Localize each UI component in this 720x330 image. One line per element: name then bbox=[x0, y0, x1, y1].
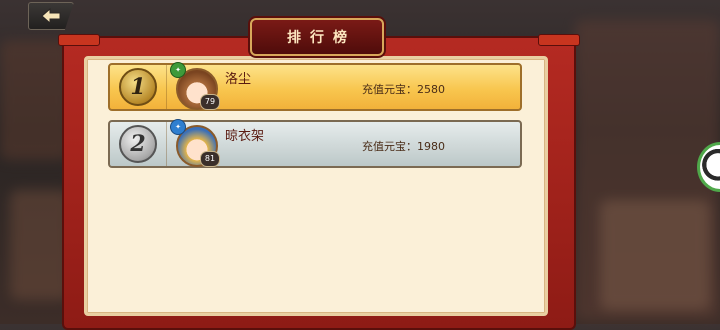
rank-cell: 1 bbox=[110, 65, 167, 109]
rank-cell: 2 bbox=[110, 122, 167, 166]
rank-number: 1 bbox=[130, 74, 146, 100]
player-avatar[interactable]: ✦ 81 bbox=[170, 119, 220, 167]
recharge-value: 2580 bbox=[417, 83, 445, 96]
recharge-info: 充值元宝：2580 bbox=[362, 81, 445, 97]
vip-badge-icon: ✦ bbox=[170, 119, 186, 135]
level-badge: 81 bbox=[200, 151, 220, 167]
title-plaque: 排行榜 bbox=[250, 18, 384, 56]
ranking-row-2[interactable]: 2 ✦ 81 晾衣架 充值元宝：1980 bbox=[108, 119, 522, 168]
back-button[interactable] bbox=[28, 2, 74, 30]
vip-badge-icon: ✦ bbox=[170, 62, 186, 78]
back-arrow-icon bbox=[41, 7, 61, 25]
silver-medal-icon: 2 bbox=[119, 125, 157, 163]
recharge-info: 充值元宝：1980 bbox=[362, 138, 445, 154]
rank-number: 2 bbox=[130, 131, 146, 157]
recharge-label: 充值元宝： bbox=[362, 140, 417, 153]
recharge-label: 充值元宝： bbox=[362, 83, 417, 96]
player-avatar[interactable]: ✦ 79 bbox=[170, 62, 220, 110]
gold-medal-icon: 1 bbox=[119, 68, 157, 106]
page-title: 排行榜 bbox=[287, 30, 356, 46]
background-scenery bbox=[0, 40, 70, 160]
background-scenery bbox=[10, 190, 70, 300]
ranking-row-1[interactable]: 1 ✦ 79 洛尘 充值元宝：2580 bbox=[108, 62, 522, 111]
background-scenery bbox=[600, 200, 710, 310]
level-badge: 79 bbox=[200, 94, 220, 110]
player-name: 洛尘 bbox=[225, 72, 252, 87]
recharge-value: 1980 bbox=[417, 140, 445, 153]
player-name: 晾衣架 bbox=[225, 129, 265, 144]
